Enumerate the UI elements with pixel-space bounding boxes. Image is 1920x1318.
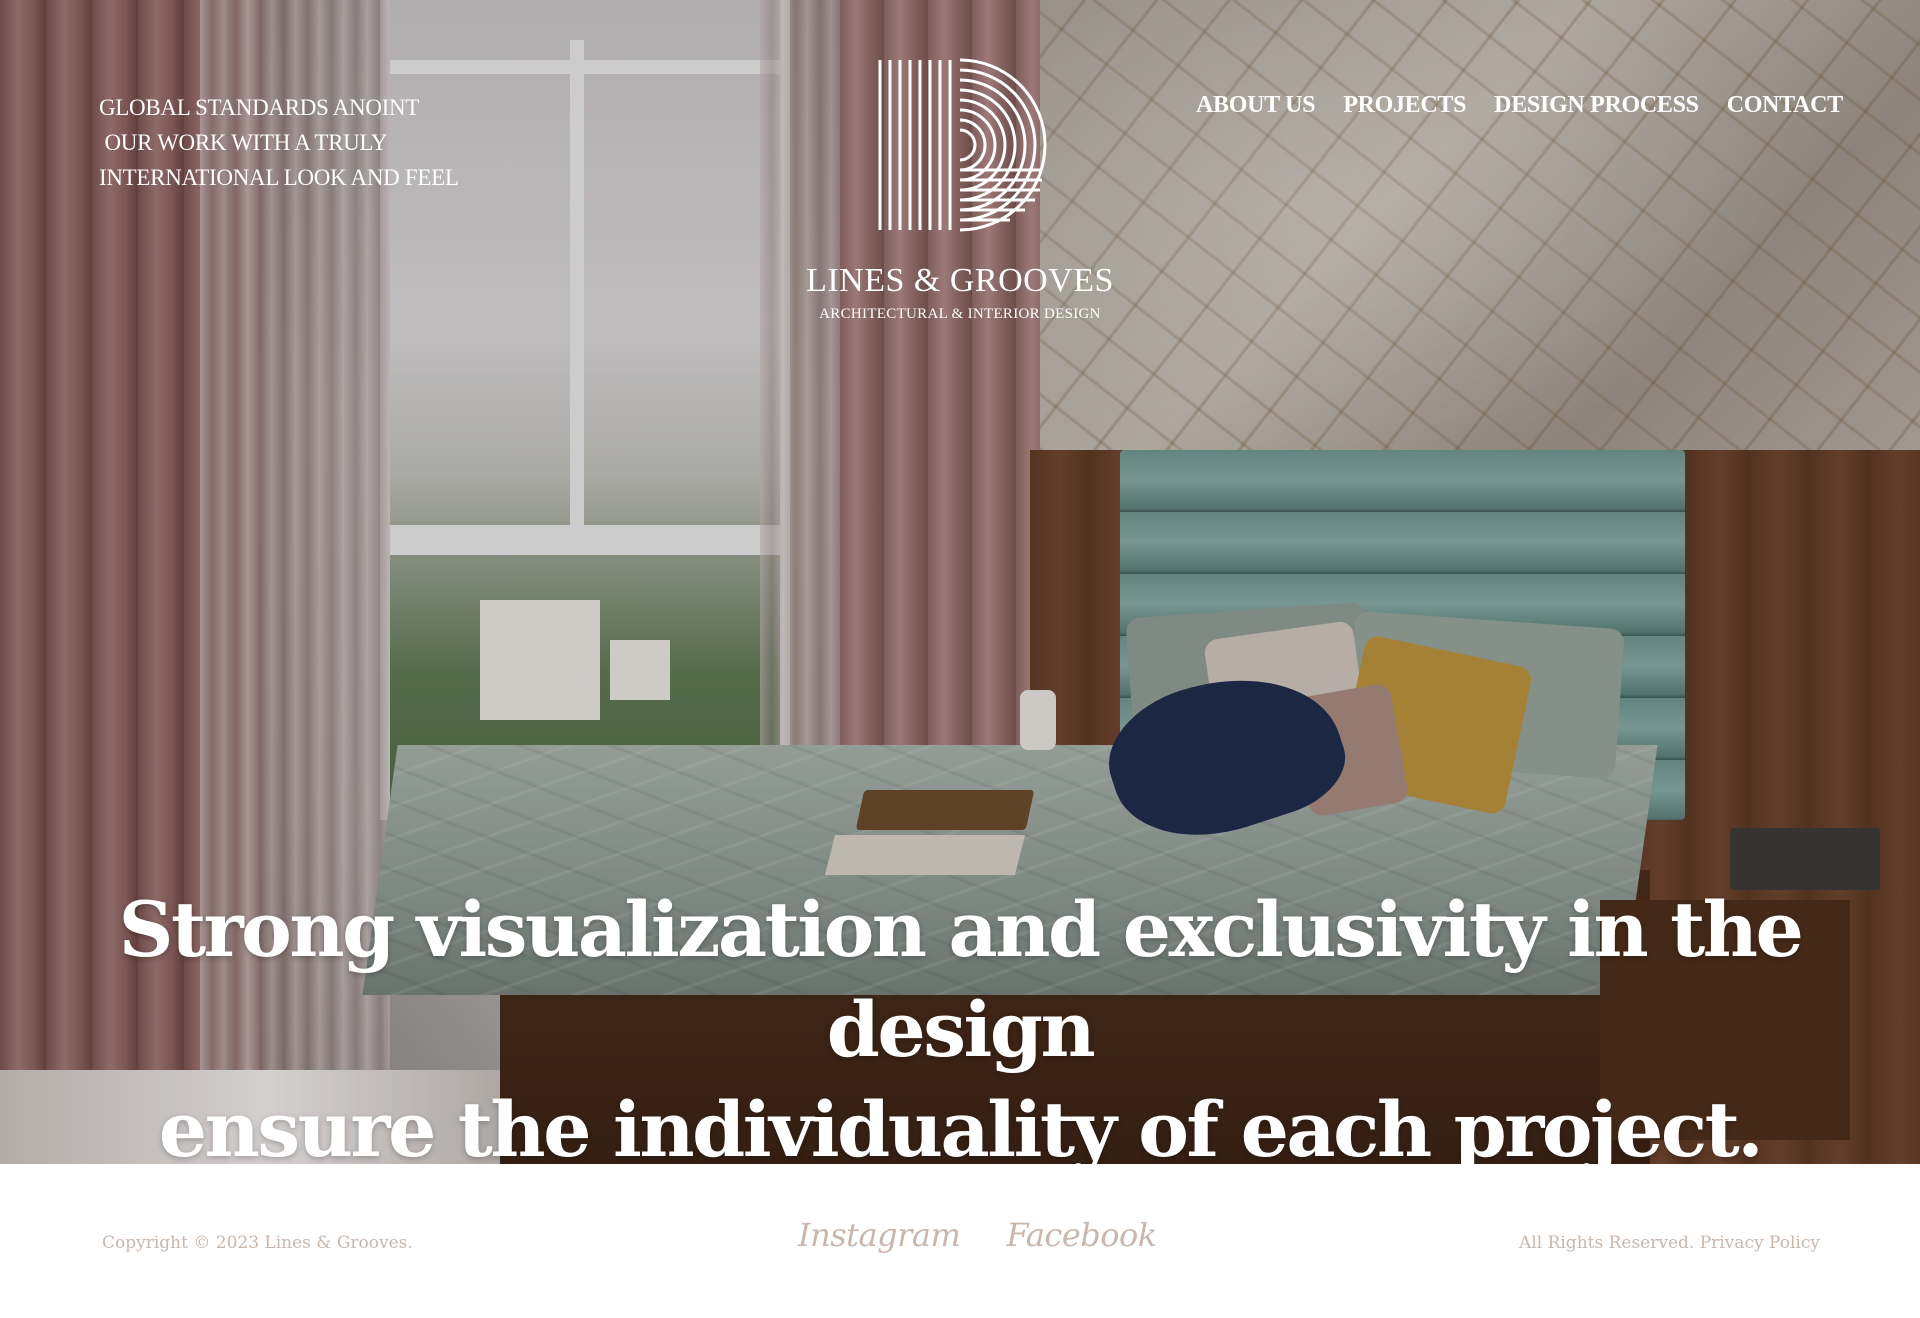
brand-subtitle: ARCHITECTURAL & INTERIOR DESIGN	[819, 306, 1101, 322]
instagram-link[interactable]: Instagram	[798, 1216, 961, 1254]
social-links: Instagram Facebook	[798, 1216, 1157, 1254]
brand-name: LINES & GROOVES	[806, 262, 1114, 299]
nav-contact[interactable]: CONTACT	[1727, 92, 1843, 119]
hero-headline: Strong visualization and exclusivity in …	[0, 880, 1920, 1180]
tagline: GLOBAL STANDARDS ANOINT OUR WORK WITH A …	[99, 90, 459, 195]
nav-about-us[interactable]: ABOUT US	[1196, 92, 1316, 119]
facebook-link[interactable]: Facebook	[1006, 1216, 1157, 1254]
tagline-line: OUR WORK WITH A TRULY	[99, 130, 388, 155]
privacy-policy-link[interactable]: Privacy Policy	[1700, 1233, 1820, 1253]
tagline-line: INTERNATIONAL LOOK AND FEEL	[99, 165, 459, 190]
rights-text: All Rights Reserved. Privacy Policy	[1519, 1233, 1820, 1253]
nav-projects[interactable]: PROJECTS	[1343, 92, 1466, 119]
rights-label: All Rights Reserved.	[1519, 1233, 1700, 1253]
concentric-lines-logo-icon	[878, 58, 1047, 232]
tagline-line: GLOBAL STANDARDS ANOINT	[99, 95, 420, 120]
brand-logo[interactable]: LINES & GROOVES ARCHITECTURAL & INTERIOR…	[790, 50, 1130, 330]
headline-line: Strong visualization and exclusivity in …	[118, 885, 1804, 1074]
footer: Copyright © 2023 Lines & Grooves. Instag…	[0, 1164, 1920, 1318]
main-nav: ABOUT US PROJECTS DESIGN PROCESS CONTACT	[1196, 92, 1843, 119]
nav-design-process[interactable]: DESIGN PROCESS	[1494, 92, 1699, 119]
copyright-text: Copyright © 2023 Lines & Grooves.	[102, 1233, 413, 1253]
